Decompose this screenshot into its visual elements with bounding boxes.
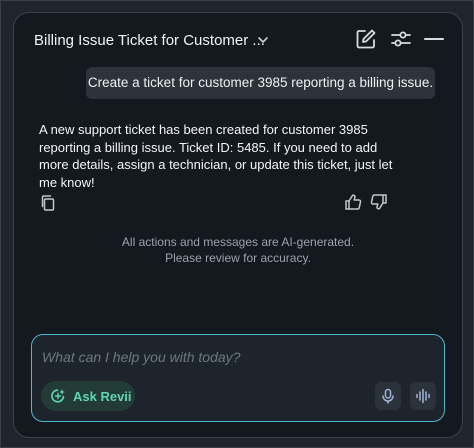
message-input[interactable]: What can I help you with today? [42,349,240,365]
ai-sparkle-icon [51,389,65,403]
ai-disclaimer: All actions and messages are AI-generate… [14,234,462,266]
thumbs-up-icon[interactable] [344,193,362,211]
microphone-button[interactable] [375,382,401,410]
settings-sliders-icon[interactable] [390,28,412,50]
ask-revii-label: Ask Revii [73,389,132,404]
chat-header: Billing Issue Ticket for Customer ... [14,13,462,65]
chat-title[interactable]: Billing Issue Ticket for Customer ... [34,32,265,49]
message-composer[interactable]: What can I help you with today? Ask Revi… [31,334,445,422]
audio-waveform-icon [416,388,430,404]
user-message: Create a ticket for customer 3985 report… [86,67,435,99]
voice-mode-button[interactable] [410,382,436,410]
chat-panel: Billing Issue Ticket for Customer ... Cr… [13,12,463,438]
microphone-icon [382,388,394,404]
chevron-down-icon[interactable] [256,33,270,47]
edit-icon[interactable] [355,28,377,50]
assistant-message: A new support ticket has been created fo… [39,122,393,190]
copy-icon[interactable] [39,194,57,212]
ask-revii-button[interactable]: Ask Revii [41,381,135,411]
app-window: Billing Issue Ticket for Customer ... Cr… [0,0,474,448]
disclaimer-line-1: All actions and messages are AI-generate… [121,235,355,249]
thumbs-down-icon[interactable] [370,193,388,211]
minimize-icon[interactable] [423,28,445,50]
disclaimer-line-2: Please review for accuracy. [165,251,311,265]
